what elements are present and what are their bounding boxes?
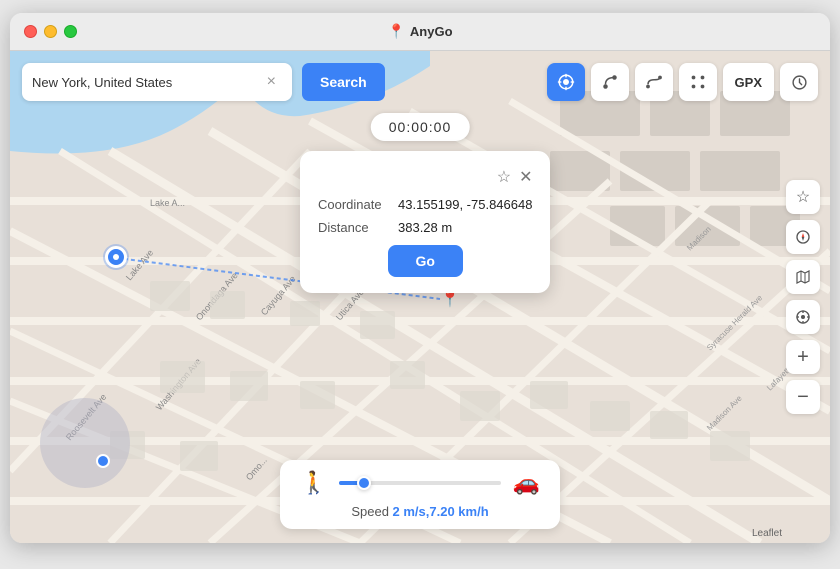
walk-icon: 🚶 [300,470,327,496]
toolbar: × Search [22,63,818,101]
timer-badge: 00:00:00 [371,113,470,141]
svg-text:Syracuse Herald Ave: Syracuse Herald Ave [705,293,764,352]
titlebar: 📍 AnyGo [10,13,830,51]
traffic-lights [24,25,77,38]
zoom-in-button[interactable]: + [786,340,820,374]
car-icon: 🚗 [513,470,540,496]
minimize-button[interactable] [44,25,57,38]
right-panel: ☆ + − [786,180,820,414]
zoom-out-button[interactable]: − [786,380,820,414]
window-title: 📍 AnyGo [387,23,452,40]
multispot-button[interactable] [679,63,717,101]
side-target-button[interactable] [786,300,820,334]
side-star-button[interactable]: ☆ [786,180,820,214]
location-dot [105,246,127,268]
app-window: 📍 AnyGo [10,13,830,543]
clear-icon[interactable]: × [267,73,276,91]
history-button[interactable] [780,63,818,101]
location-dot-inner [105,246,127,268]
popup-close-button[interactable]: ✕ [519,167,532,187]
svg-text:Onondaga Ave: Onondaga Ave [194,270,240,322]
svg-text:Lake Ave: Lake Ave [124,248,155,283]
coordinate-row: Coordinate 43.155199, -75.846648 [318,197,532,212]
close-button[interactable] [24,25,37,38]
search-bar[interactable]: × [22,63,292,101]
svg-text:Madison Ave: Madison Ave [705,393,744,432]
speed-slider-thumb[interactable] [357,476,371,490]
speed-bar: 🚶 🚗 Speed 2 m/s,7.20 km/h [280,460,560,529]
svg-text:Washington Ave: Washington Ave [154,356,203,412]
location-tool-button[interactable] [547,63,585,101]
speed-text: Speed 2 m/s,7.20 km/h [351,504,488,519]
pin-icon: 📍 [387,23,404,40]
info-popup: ☆ ✕ Coordinate 43.155199, -75.846648 Dis… [300,151,550,293]
toolbar-right: GPX [547,63,818,101]
speed-icons-row: 🚶 🚗 [300,470,540,496]
side-compass-button[interactable] [786,220,820,254]
go-button[interactable]: Go [388,245,463,277]
gpx-button[interactable]: GPX [723,63,774,101]
popup-star-button[interactable]: ☆ [497,167,511,187]
svg-text:Lake A...: Lake A... [150,198,185,208]
maximize-button[interactable] [64,25,77,38]
svg-text:Omo...: Omo... [244,455,269,482]
map-container[interactable]: Lake Ave Onondaga Ave Cayuga Ave Utica A… [10,51,830,543]
side-map-button[interactable] [786,260,820,294]
route1-button[interactable] [591,63,629,101]
svg-text:Cayuga Ave: Cayuga Ave [259,274,298,317]
popup-header: ☆ ✕ [318,167,532,187]
search-button[interactable]: Search [302,63,385,101]
search-input[interactable] [32,75,267,90]
speed-slider-track [339,481,500,485]
distance-row: Distance 383.28 m [318,220,532,235]
route2-button[interactable] [635,63,673,101]
mini-map-dot [96,454,110,468]
svg-text:Madison: Madison [685,225,713,253]
leaflet-badge: Leaflet [752,528,782,539]
mini-map [40,398,130,488]
